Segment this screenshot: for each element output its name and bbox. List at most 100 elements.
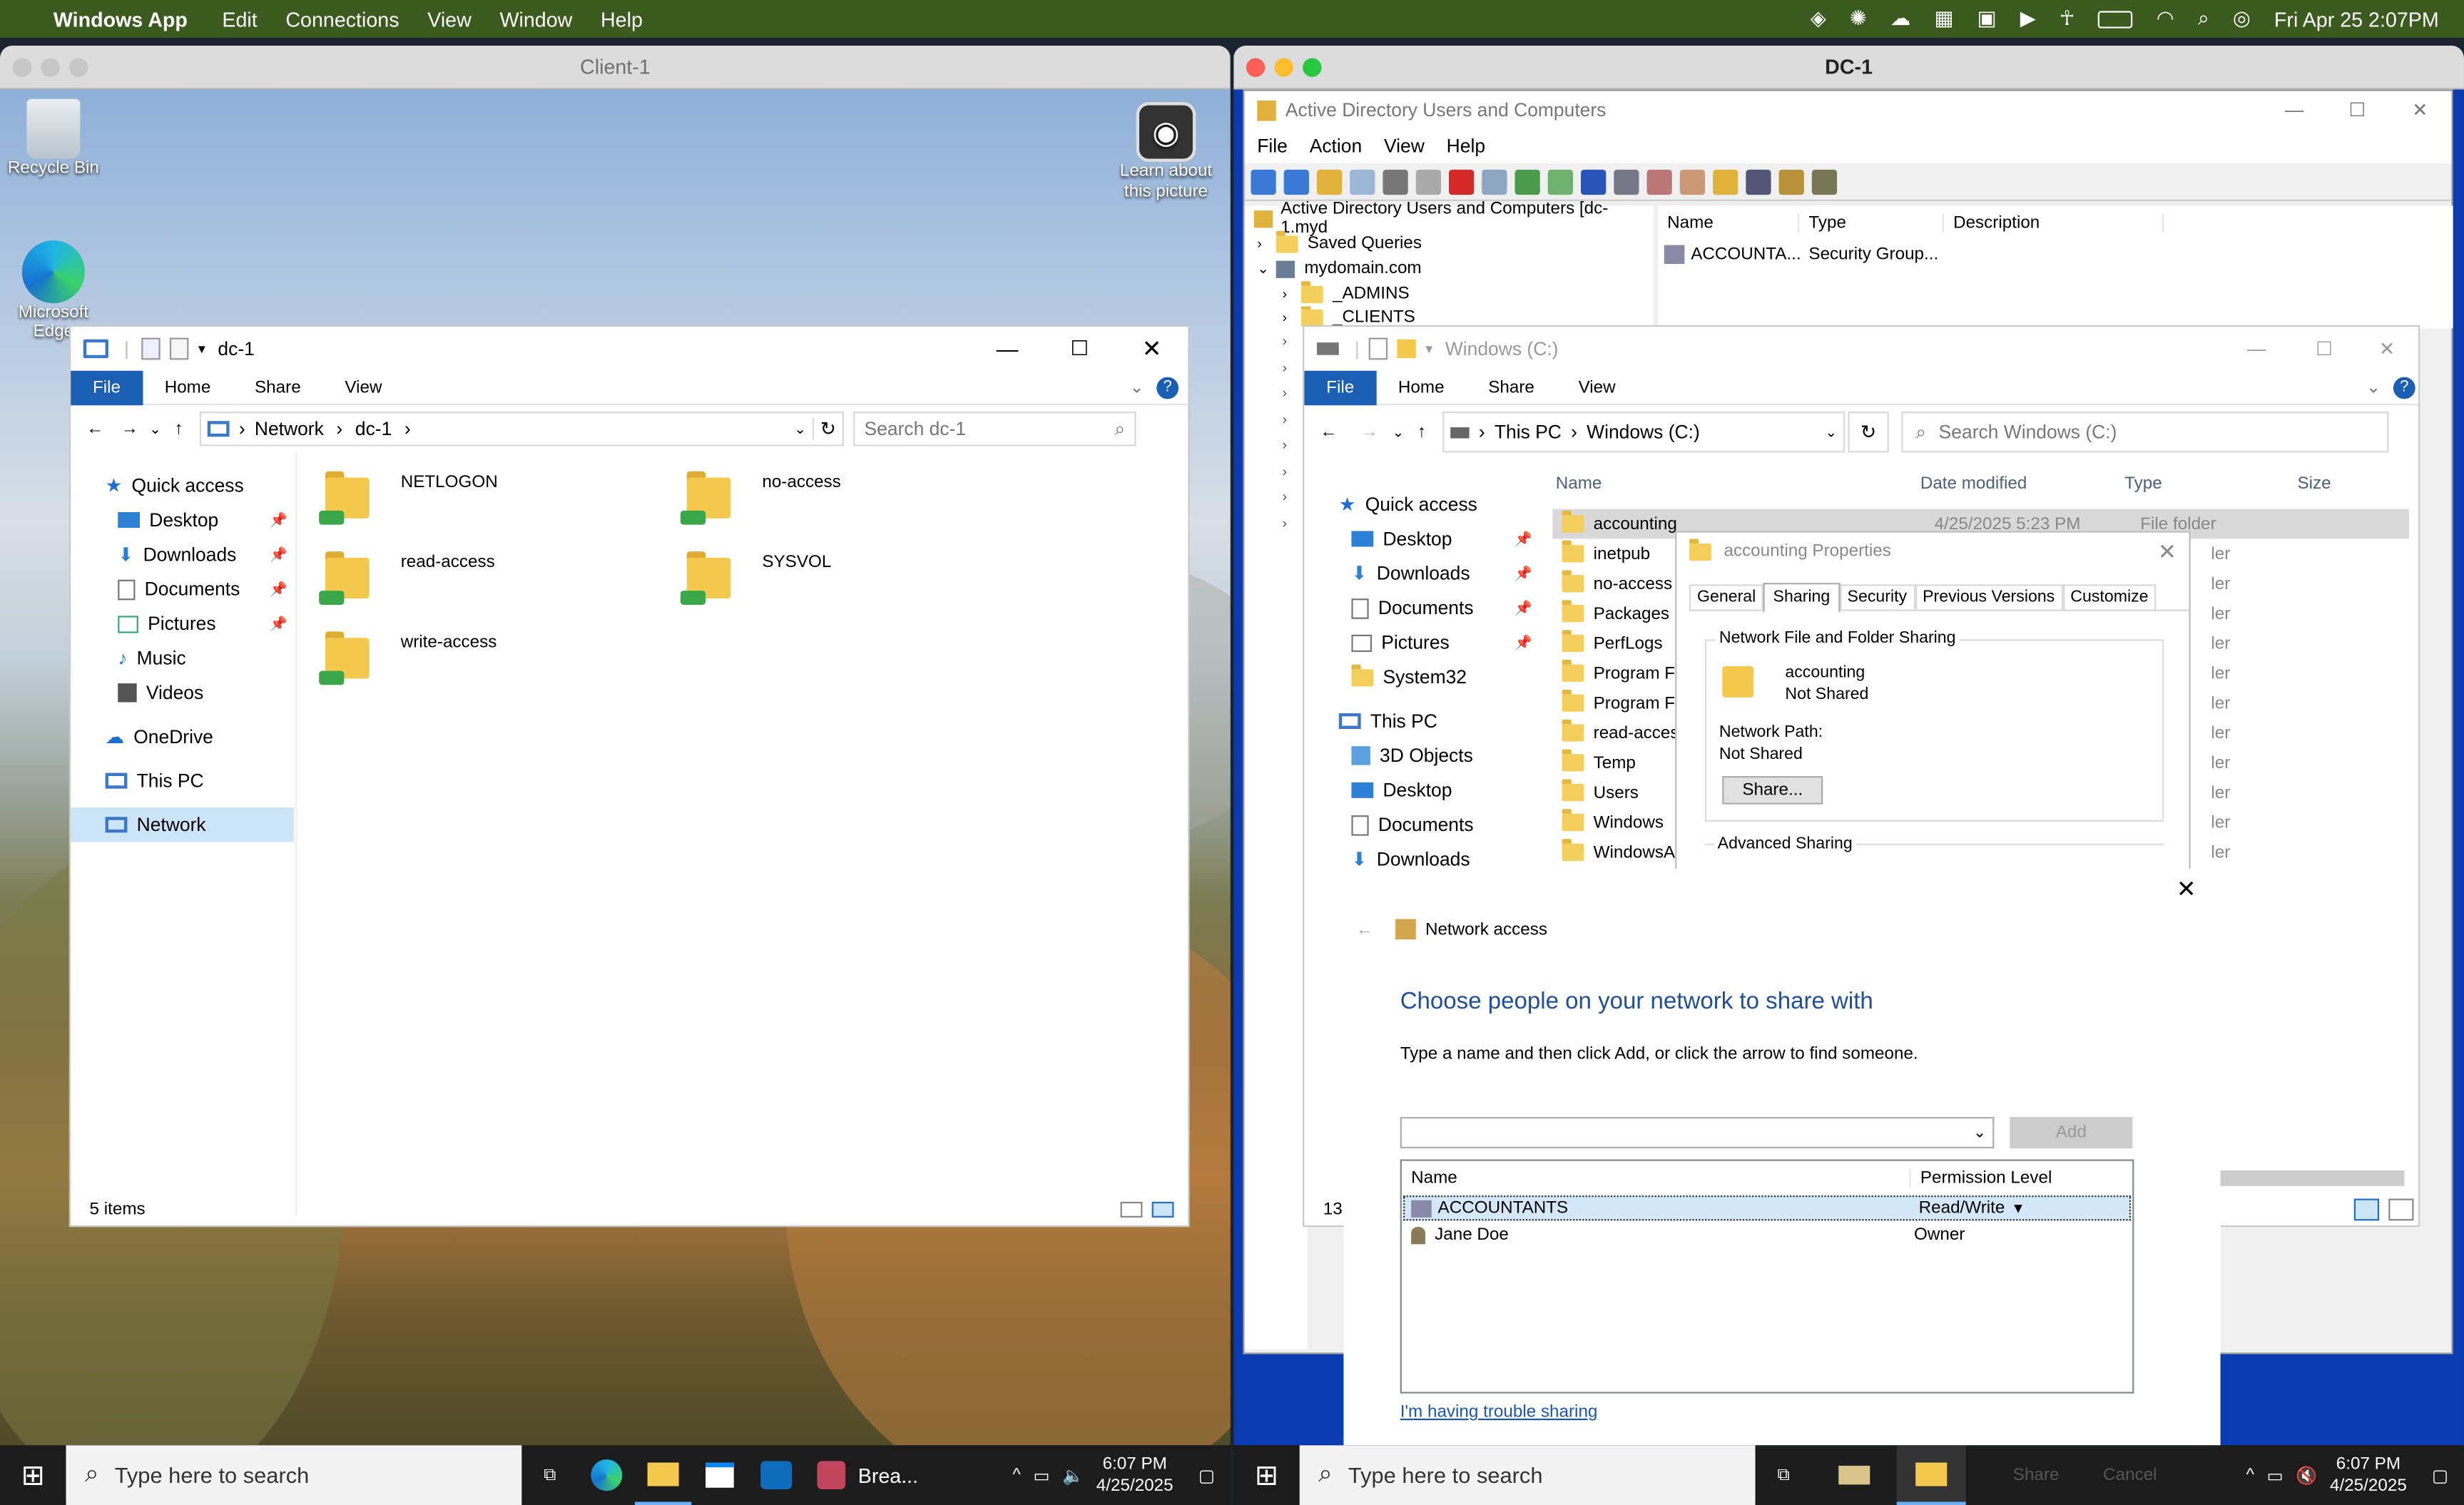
breadcrumb-windows-c[interactable]: Windows (C:) (1587, 421, 1700, 443)
tab-home[interactable]: Home (143, 370, 233, 404)
taskbar-clock[interactable]: 6:07 PM 4/25/2025 (1096, 1453, 1174, 1497)
new-folder-icon[interactable] (1397, 339, 1416, 359)
user-combo-input[interactable]: ⌄ (1400, 1116, 1995, 1149)
store-icon[interactable] (691, 1445, 748, 1505)
maximize-button[interactable]: ☐ (2326, 99, 2388, 121)
battery-icon[interactable] (2098, 10, 2133, 28)
back-icon[interactable] (1251, 168, 1276, 195)
export-icon[interactable] (1547, 168, 1574, 195)
help-icon[interactable]: ? (2393, 376, 2415, 399)
vpn-icon[interactable]: ◈ (1811, 6, 1826, 31)
close-light-icon[interactable] (12, 58, 32, 77)
details-view-icon[interactable] (1120, 1201, 1143, 1218)
menu-edit[interactable]: Edit (222, 7, 257, 31)
forward-icon[interactable]: → (1361, 422, 1393, 441)
forward-icon[interactable] (1283, 168, 1309, 195)
details-view-icon[interactable] (2388, 1198, 2414, 1221)
menu-connections[interactable]: Connections (285, 7, 399, 31)
large-icons-view-icon[interactable] (1151, 1201, 1174, 1218)
permission-row-accountants[interactable]: ACCOUNTANTS Read/Write ▼ (1403, 1195, 2131, 1221)
maximize-button[interactable]: ☐ (2293, 338, 2356, 360)
outlook-icon[interactable]: ▣ (1977, 6, 1997, 31)
pin-icon[interactable]: 📌 (270, 546, 287, 563)
tray-chevron-icon[interactable]: ^ (1012, 1466, 1020, 1484)
taskbar-search-input[interactable]: ⌕ Type here to search (66, 1445, 522, 1505)
aduc-titlebar[interactable]: Active Directory Users and Computers — ☐… (1244, 91, 2452, 129)
volume-muted-icon[interactable]: 🔇 (2296, 1465, 2317, 1485)
refresh-icon[interactable] (1514, 168, 1540, 195)
new-user-icon[interactable] (1646, 168, 1672, 195)
back-icon[interactable]: ← (86, 419, 121, 438)
folder-netlogon[interactable]: NETLOGON (319, 465, 498, 525)
col-name[interactable]: Name (1402, 1168, 1911, 1188)
trouble-sharing-link[interactable]: I'm having trouble sharing (1400, 1403, 1598, 1422)
folder-read-access[interactable]: read-access (319, 545, 495, 605)
network-tray-icon[interactable]: ▭ (2267, 1465, 2284, 1485)
aduc-menu-view[interactable]: View (1384, 135, 1425, 157)
tab-view[interactable]: View (1557, 370, 1638, 404)
properties-icon[interactable] (1482, 168, 1507, 195)
breach-taskbar-item[interactable]: Brea... (805, 1445, 931, 1505)
up-icon[interactable]: ↑ (175, 419, 200, 438)
forward-icon[interactable]: → (121, 419, 150, 438)
nav-3d-objects[interactable]: 3D Objects (1304, 738, 1532, 772)
cancel-button-hidden[interactable]: Cancel (2103, 1466, 2157, 1484)
zoom-light-icon[interactable] (68, 58, 88, 77)
tab-file[interactable]: File (1304, 369, 1377, 405)
close-button[interactable]: ✕ (1116, 335, 1188, 362)
aduc-row-accountants[interactable]: ACCOUNTA... Security Group... (1658, 240, 2453, 269)
notification-icon[interactable]: ▢ (2432, 1465, 2448, 1485)
breadcrumb-this-pc[interactable]: This PC (1495, 421, 1562, 443)
permission-level-dropdown[interactable]: Read/Write (1919, 1199, 2005, 1218)
new-ou-icon[interactable] (1713, 168, 1738, 195)
play-icon[interactable]: ▶ (2020, 6, 2036, 31)
share-button-hidden[interactable]: Share (2013, 1466, 2060, 1484)
nav-onedrive[interactable]: ☁This PCOneDrive (71, 720, 294, 754)
learn-picture-shortcut[interactable]: ◉ Learn about this picture (1113, 102, 1220, 203)
tab-view[interactable]: View (323, 370, 404, 404)
nav-this-pc[interactable]: This PC (71, 763, 294, 797)
properties-icon[interactable] (141, 337, 161, 360)
col-permission-level[interactable]: Permission Level (1911, 1169, 2052, 1188)
server-manager-icon[interactable] (1812, 1445, 1897, 1505)
col-description[interactable]: Description (1944, 213, 2164, 233)
nav-desktop[interactable]: Desktop 📌 (71, 503, 294, 537)
pin-icon[interactable]: 📌 (270, 615, 287, 632)
new-folder-icon[interactable] (170, 337, 189, 360)
menubar-datetime[interactable]: Fri Apr 25 2:07PM (2274, 7, 2439, 31)
address-dropdown-icon[interactable]: ⌄ (1825, 424, 1837, 441)
search-dc-1-input[interactable]: Search dc-1 ⌕ (853, 412, 1136, 447)
help-icon[interactable]: ? (1156, 376, 1179, 399)
address-bar[interactable]: › Network › dc-1 › ⌄ ↻ (199, 412, 844, 447)
nav-music[interactable]: ♪ Music (71, 641, 294, 675)
pin-icon[interactable]: 📌 (1514, 634, 1532, 651)
taskbar-search-input[interactable]: ⌕ Type here to search (1299, 1445, 1756, 1505)
pin-icon[interactable]: 📌 (1514, 530, 1532, 547)
tab-share[interactable]: Share (233, 370, 322, 404)
menu-view[interactable]: View (427, 7, 472, 31)
control-center-icon[interactable]: ◎ (2233, 6, 2251, 31)
folder-sysvol[interactable]: SYSVOL (680, 545, 831, 605)
close-light-icon[interactable] (1246, 58, 1266, 77)
edge-taskbar-icon[interactable] (579, 1445, 635, 1505)
minimize-light-icon[interactable] (1274, 58, 1293, 77)
tab-previous-versions[interactable]: Previous Versions (1915, 583, 2063, 609)
share-button[interactable]: Share... (1722, 776, 1823, 805)
nav-pc-desktop[interactable]: Desktop (1304, 773, 1532, 807)
tree-root[interactable]: Active Directory Users and Computers [dc… (1245, 200, 1654, 238)
recent-icon[interactable]: ⌄ (149, 420, 174, 437)
ribbon-expand-icon[interactable]: ⌄ (1129, 377, 1144, 397)
back-icon[interactable]: ← (1356, 920, 1373, 939)
nav-quick-access[interactable]: ★ Quick access (1304, 487, 1532, 521)
col-type[interactable]: Type (2124, 474, 2297, 493)
taskbar-clock[interactable]: 6:07 PM 4/25/2025 (2330, 1453, 2407, 1497)
explorer-dc-1-titlebar[interactable]: | ▾ dc-1 — ☐ ✕ (71, 327, 1188, 371)
close-button[interactable]: ✕ (2158, 538, 2177, 564)
show-tree-icon[interactable] (1350, 168, 1375, 195)
tab-security[interactable]: Security (1839, 583, 1915, 609)
explorer-c-titlebar[interactable]: | ▾ Windows (C:) — ☐ ✕ (1304, 327, 2418, 371)
close-button[interactable]: ✕ (2388, 99, 2451, 121)
col-name[interactable]: Name (1556, 474, 1920, 493)
help-icon[interactable] (1581, 168, 1607, 195)
nav-desktop[interactable]: Desktop 📌 (1304, 521, 1532, 556)
